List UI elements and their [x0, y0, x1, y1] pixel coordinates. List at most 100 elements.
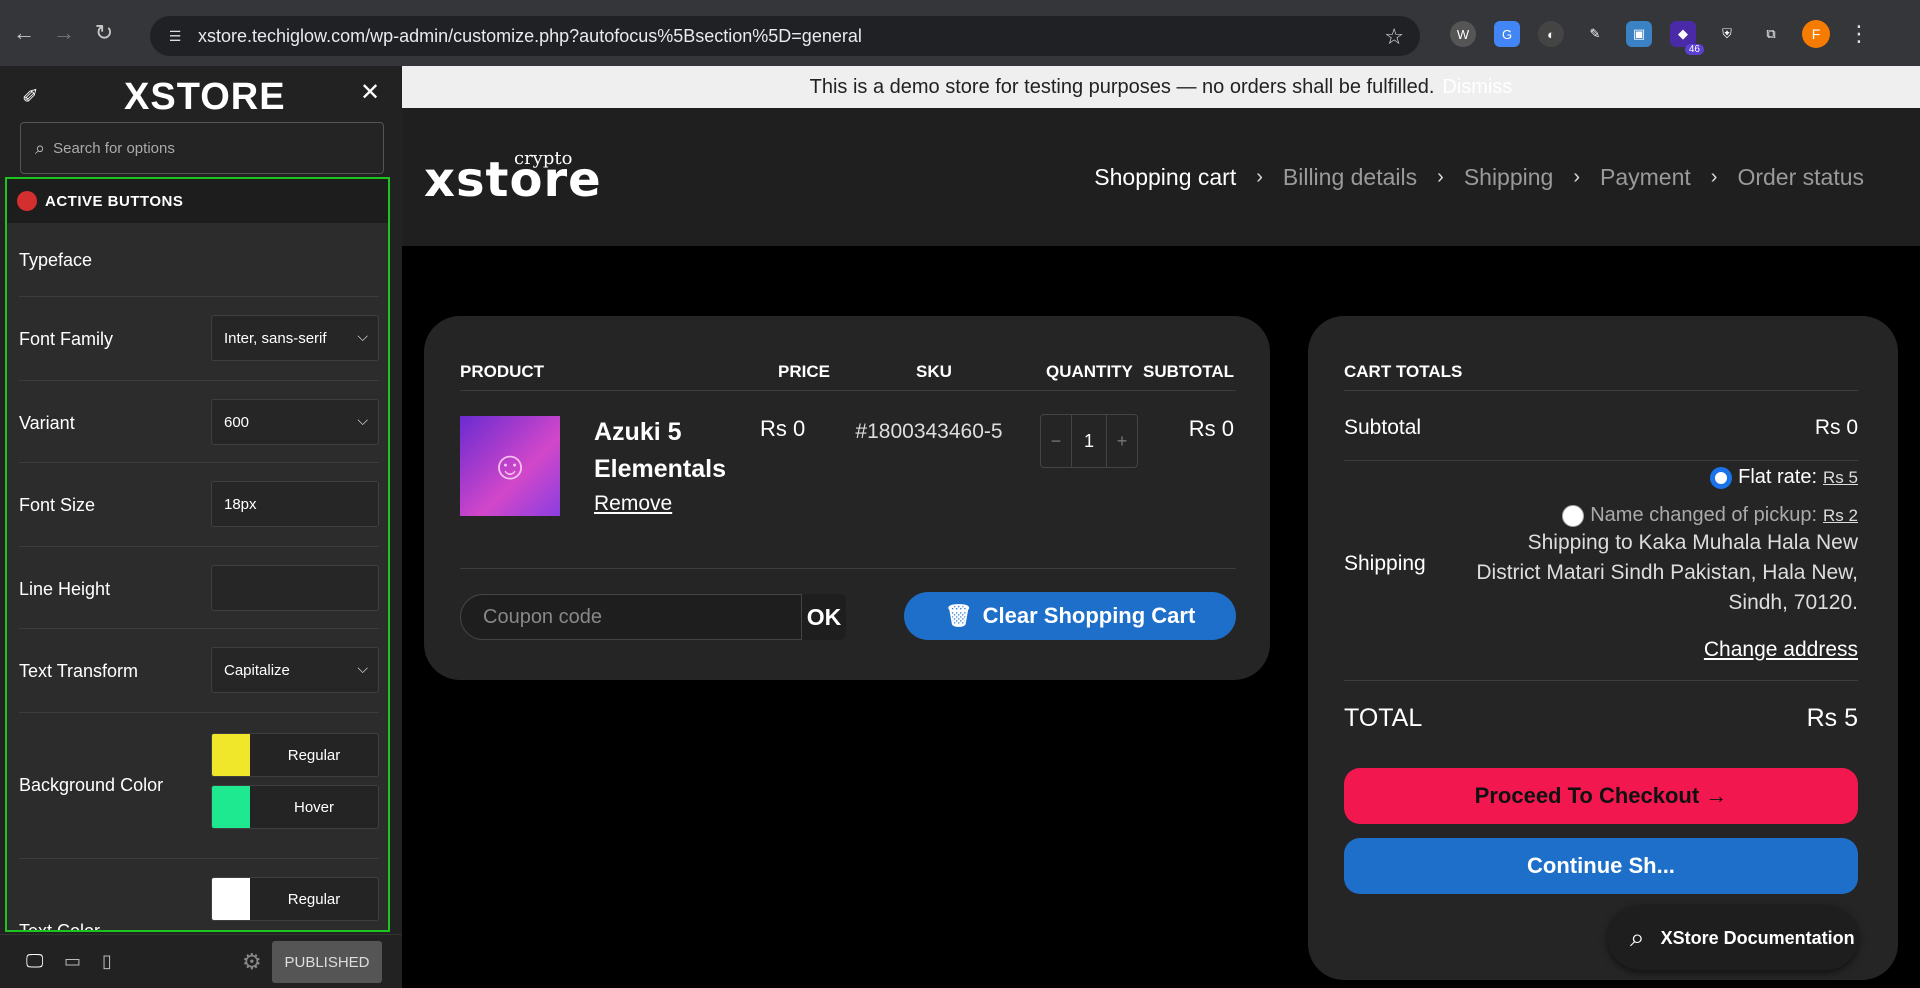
shield-icon[interactable]: ⛨ [1714, 21, 1740, 47]
site-settings-icon[interactable]: ☰ [164, 25, 186, 47]
chevron-down-icon: ⌵ [357, 328, 368, 344]
remove-link[interactable]: Remove [594, 492, 672, 516]
site-header: xstore crypto Shopping cart › Billing de… [402, 108, 1920, 246]
variant-select[interactable]: 600 ⌵ [211, 399, 379, 445]
bg-regular-label: Regular [287, 746, 341, 764]
text-transform-label: Text Transform [19, 661, 139, 681]
url-text[interactable]: xstore.techiglow.com/wp-admin/customize.… [198, 26, 862, 47]
text-color-row: Text Color Regular [19, 859, 379, 930]
section-title: ACTIVE BUTTONS [45, 192, 184, 210]
font-family-select[interactable]: Inter, sans-serif ⌵ [211, 315, 379, 361]
pickup-radio[interactable] [1562, 504, 1585, 527]
customizer-logo: XSTORE [124, 76, 286, 118]
quantity-plus-button[interactable]: + [1107, 415, 1137, 467]
variant-row: Variant 600 ⌵ [19, 381, 379, 463]
subtotal-label: Subtotal [1344, 416, 1422, 439]
flat-rate-option[interactable]: Flat rate: Rs 5 [1710, 466, 1858, 489]
wordpress-icon[interactable]: W [1450, 21, 1476, 47]
divider [460, 568, 1236, 569]
text-regular-color-button[interactable]: Regular [211, 877, 379, 921]
item-sku: #1800343460-5 [855, 420, 1003, 443]
flat-rate-price: Rs 5 [1823, 467, 1858, 487]
pickup-option[interactable]: Name changed of pickup: Rs 2 [1562, 504, 1858, 527]
address-bar[interactable]: ☰ xstore.techiglow.com/wp-admin/customiz… [150, 16, 1420, 56]
line-height-row: Line Height [19, 547, 379, 629]
bg-regular-color-button[interactable]: Regular [211, 733, 379, 777]
dismiss-link[interactable]: Dismiss [1442, 76, 1512, 99]
forward-icon[interactable]: → [48, 17, 80, 49]
eyedropper-icon[interactable]: ✎ [1582, 21, 1608, 47]
line-height-label: Line Height [19, 579, 111, 599]
chevron-down-icon: ⌵ [357, 412, 368, 428]
section-header[interactable]: ACTIVE BUTTONS [7, 179, 388, 223]
desktop-preview-icon[interactable]: 🖵 [26, 951, 43, 972]
documentation-widget[interactable]: ⌕ XStore Documentation [1608, 906, 1858, 970]
tablet-preview-icon[interactable]: ▭ [64, 951, 81, 972]
quantity-value[interactable]: 1 [1071, 415, 1107, 467]
divider [1344, 390, 1858, 391]
options-search-input[interactable] [53, 139, 354, 157]
gear-icon[interactable]: ⚙ [242, 949, 262, 975]
cart-totals-card: CART TOTALS Subtotal Rs 0 Flat rate: Rs … [1308, 316, 1898, 980]
bookmark-star-icon[interactable]: ☆ [1384, 24, 1404, 50]
sync-icon[interactable]: ◐ [1538, 21, 1564, 47]
text-transform-value: Capitalize [224, 661, 290, 679]
customizer-footer: 🖵 ▭ ▯ ⚙ PUBLISHED [0, 934, 402, 988]
step-shopping-cart[interactable]: Shopping cart [1094, 164, 1236, 191]
flat-rate-radio[interactable] [1710, 466, 1733, 489]
flat-rate-label: Flat rate: [1738, 466, 1818, 488]
published-button[interactable]: PUBLISHED [272, 941, 382, 983]
font-size-input[interactable]: 18px [211, 481, 379, 527]
site-logo[interactable]: xstore [424, 152, 602, 208]
step-payment[interactable]: Payment [1600, 164, 1691, 191]
text-transform-select[interactable]: Capitalize ⌵ [211, 647, 379, 693]
quantity-minus-button[interactable]: − [1041, 415, 1071, 467]
bg-hover-swatch [212, 786, 250, 828]
product-name[interactable]: Azuki 5 Elementals [594, 414, 744, 488]
chevron-down-icon: ⌵ [357, 660, 368, 676]
line-height-input[interactable] [211, 565, 379, 611]
customizer-header: ✐ XSTORE ✕ [0, 66, 402, 122]
reload-icon[interactable]: ↻ [88, 17, 120, 49]
pin-icon[interactable]: ✐ [22, 84, 39, 109]
continue-shopping-button[interactable]: Continue Sh... [1344, 838, 1858, 894]
item-subtotal: Rs 0 [1188, 416, 1234, 441]
puzzle-icon[interactable]: ⧉ [1758, 21, 1784, 47]
site-preview: This is a demo store for testing purpose… [402, 66, 1920, 988]
font-family-value: Inter, sans-serif [224, 329, 327, 347]
extension-badge-icon[interactable]: ◆ 46 [1670, 21, 1704, 55]
shipping-address: Shipping to Kaka Muhala Hala New Distric… [1476, 531, 1858, 614]
bg-hover-color-button[interactable]: Hover [211, 785, 379, 829]
font-family-label: Font Family [19, 329, 114, 349]
options-search[interactable]: ⌕ [20, 122, 384, 174]
cart-table-card: PRODUCT PRICE SKU QUANTITY SUBTOTAL ☺ Az… [424, 316, 1270, 680]
back-icon[interactable]: ← [8, 17, 40, 49]
screen-capture-icon[interactable]: ▣ [1626, 21, 1652, 47]
chevron-right-icon: › [1256, 166, 1263, 188]
step-billing-details[interactable]: Billing details [1283, 164, 1417, 191]
step-order-status[interactable]: Order status [1737, 164, 1864, 191]
item-price: Rs 0 [760, 416, 806, 441]
profile-avatar[interactable]: F [1802, 20, 1830, 48]
divider [460, 390, 1236, 391]
bg-regular-swatch [212, 734, 250, 776]
change-address-link[interactable]: Change address [1704, 638, 1858, 662]
coupon-input[interactable]: Coupon code [460, 594, 802, 640]
section-dot-icon [17, 191, 37, 211]
demo-notice: This is a demo store for testing purpose… [402, 66, 1920, 108]
customizer-sidebar: ✐ XSTORE ✕ ⌕ ACTIVE BUTTONS Typeface Fon… [0, 66, 402, 988]
quantity-stepper: − 1 + [1040, 414, 1138, 468]
step-shipping[interactable]: Shipping [1464, 164, 1554, 191]
clear-cart-button[interactable]: 🗑 Clear Shopping Cart [904, 592, 1236, 640]
documentation-label: XStore Documentation [1660, 927, 1855, 948]
browser-toolbar: ← → ↻ ☰ xstore.techiglow.com/wp-admin/cu… [0, 0, 1920, 66]
product-thumbnail[interactable]: ☺ [460, 416, 560, 516]
translate-icon[interactable]: G [1494, 21, 1520, 47]
close-icon[interactable]: ✕ [360, 78, 380, 107]
coupon-ok-button[interactable]: OK [802, 594, 846, 640]
mobile-preview-icon[interactable]: ▯ [102, 951, 112, 972]
header-subtotal: SUBTOTAL [1143, 362, 1234, 381]
browser-menu-icon[interactable]: ⋮ [1848, 21, 1870, 47]
search-icon: ⌕ [35, 137, 46, 158]
proceed-to-checkout-button[interactable]: Proceed To Checkout → [1344, 768, 1858, 824]
